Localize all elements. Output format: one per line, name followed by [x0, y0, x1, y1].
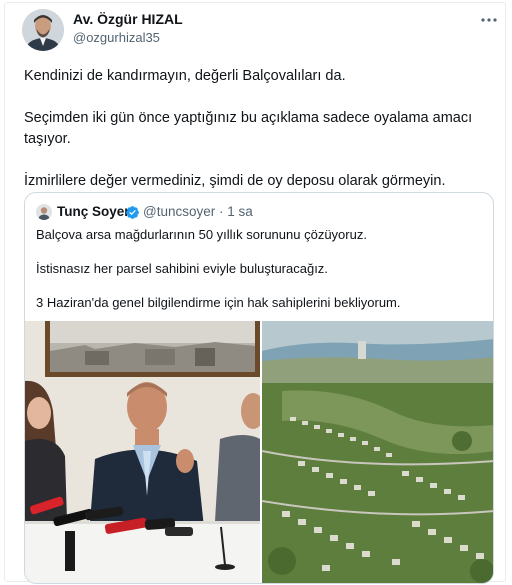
quoted-paragraph: 3 Haziran'da genel bilgilendirme için ha… — [36, 295, 401, 310]
quoted-paragraph: İstisnasız her parsel sahibini eviyle bu… — [36, 261, 328, 276]
person-avatar-icon — [36, 204, 52, 220]
author-name[interactable]: Av. Özgür HIZAL — [73, 11, 183, 27]
quoted-author-avatar[interactable] — [36, 204, 52, 220]
tweet-text: Kendinizi de kandırmayın, değerli Balçov… — [24, 66, 496, 192]
verified-badge-icon — [125, 205, 140, 220]
more-options-icon[interactable] — [479, 12, 499, 28]
tweet-paragraph: İzmirlilere değer vermediniz, şimdi de o… — [24, 173, 446, 189]
tweet-paragraph: Kendinizi de kandırmayın, değerli Balçov… — [24, 68, 346, 84]
tweet-card: Av. Özgür HIZAL @ozgurhizal35 Kendinizi … — [4, 2, 506, 584]
person-avatar-icon — [22, 9, 64, 51]
author-avatar[interactable] — [22, 9, 64, 51]
quoted-tweet-text: Balçova arsa mağdurlarının 50 yıllık sor… — [36, 226, 488, 311]
press-conference-photo[interactable] — [25, 321, 260, 583]
quoted-paragraph: Balçova arsa mağdurlarının 50 yıllık sor… — [36, 227, 367, 242]
tweet-paragraph: Seçimden iki gün önce yaptığınız bu açık… — [24, 110, 473, 147]
quoted-tweet[interactable]: Tunç Soyer @tuncsoyer · 1 sa Balçova ars… — [24, 192, 494, 584]
author-handle[interactable]: @ozgurhizal35 — [73, 30, 160, 45]
quoted-author-handle-time[interactable]: @tuncsoyer · 1 sa — [143, 204, 253, 219]
aerial-city-rendering-photo[interactable] — [262, 321, 493, 583]
quoted-author-name[interactable]: Tunç Soyer — [57, 204, 130, 219]
